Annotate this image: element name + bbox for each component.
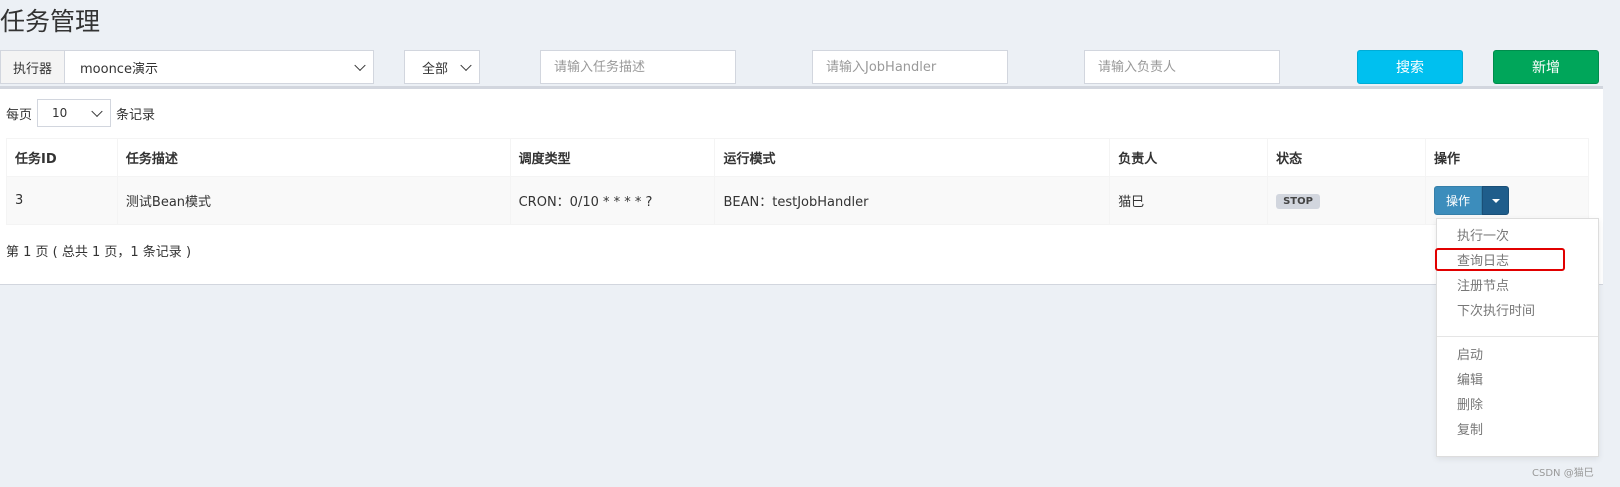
job-table: 任务ID 任务描述 调度类型 运行模式 负责人 状态 操作 3 测试Bean模式…: [6, 138, 1589, 225]
chevron-down-icon: [460, 59, 472, 72]
author-input[interactable]: [1084, 50, 1280, 84]
menu-item-registry-nodes[interactable]: 注册节点: [1457, 275, 1509, 294]
executor-filter: 执行器 moonce演示: [0, 50, 374, 84]
header-status[interactable]: 状态: [1267, 138, 1427, 177]
cell-author: 猫巳: [1109, 176, 1269, 225]
per-page-prefix: 每页: [6, 107, 33, 123]
menu-divider: [1437, 336, 1598, 337]
table-header-row: 任务ID 任务描述 调度类型 运行模式 负责人 状态 操作: [6, 138, 1589, 177]
page-size-select[interactable]: 10: [37, 99, 112, 127]
menu-item-next-trigger-time[interactable]: 下次执行时间: [1457, 300, 1535, 319]
cell-job-id: 3: [6, 176, 118, 225]
page-size-value: 10: [52, 106, 68, 120]
job-handler-input[interactable]: [812, 50, 1008, 84]
cell-status: STOP: [1267, 176, 1427, 225]
menu-item-trigger-once[interactable]: 执行一次: [1457, 225, 1509, 244]
page-title: 任务管理: [0, 7, 101, 36]
menu-item-edit[interactable]: 编辑: [1457, 369, 1483, 388]
search-button[interactable]: 搜索: [1357, 50, 1463, 84]
header-job-desc[interactable]: 任务描述: [116, 138, 511, 177]
status-select-value: 全部: [422, 61, 449, 77]
header-job-id[interactable]: 任务ID: [6, 138, 118, 177]
executor-label: 执行器: [1, 51, 65, 83]
menu-item-start[interactable]: 启动: [1457, 344, 1483, 363]
job-desc-input[interactable]: [540, 50, 736, 84]
executor-select[interactable]: moonce演示: [65, 51, 373, 83]
action-button-group: 操作: [1434, 186, 1510, 215]
header-author[interactable]: 负责人: [1109, 138, 1269, 177]
chevron-down-icon: [354, 59, 366, 72]
status-select[interactable]: 全部: [404, 50, 480, 84]
pagination-info: 第 1 页 ( 总共 1 页，1 条记录 ): [6, 245, 192, 260]
add-button[interactable]: 新增: [1493, 50, 1599, 84]
cell-job-desc: 测试Bean模式: [116, 176, 511, 225]
action-dropdown-toggle[interactable]: [1482, 186, 1510, 215]
highlight-annotation: [1435, 248, 1565, 271]
executor-select-value: moonce演示: [80, 61, 158, 77]
cell-schedule: CRON：0/10 * * * * ?: [509, 176, 716, 225]
action-button[interactable]: 操作: [1434, 186, 1483, 215]
table-row: 3 测试Bean模式 CRON：0/10 * * * * ? BEAN：test…: [6, 176, 1589, 225]
cell-run-mode: BEAN：testJobHandler: [714, 176, 1111, 225]
chevron-down-icon: [91, 105, 103, 118]
menu-item-copy[interactable]: 复制: [1457, 419, 1483, 438]
page-size-control: 每页 10 条记录: [6, 99, 155, 127]
watermark: CSDN @猫巳: [1532, 468, 1594, 479]
header-schedule-type[interactable]: 调度类型: [509, 138, 716, 177]
per-page-suffix: 条记录: [116, 107, 156, 123]
header-actions: 操作: [1425, 138, 1589, 177]
menu-item-delete[interactable]: 删除: [1457, 394, 1483, 413]
caret-down-icon: [1491, 198, 1500, 203]
status-badge: STOP: [1276, 193, 1320, 209]
header-run-mode[interactable]: 运行模式: [714, 138, 1111, 177]
